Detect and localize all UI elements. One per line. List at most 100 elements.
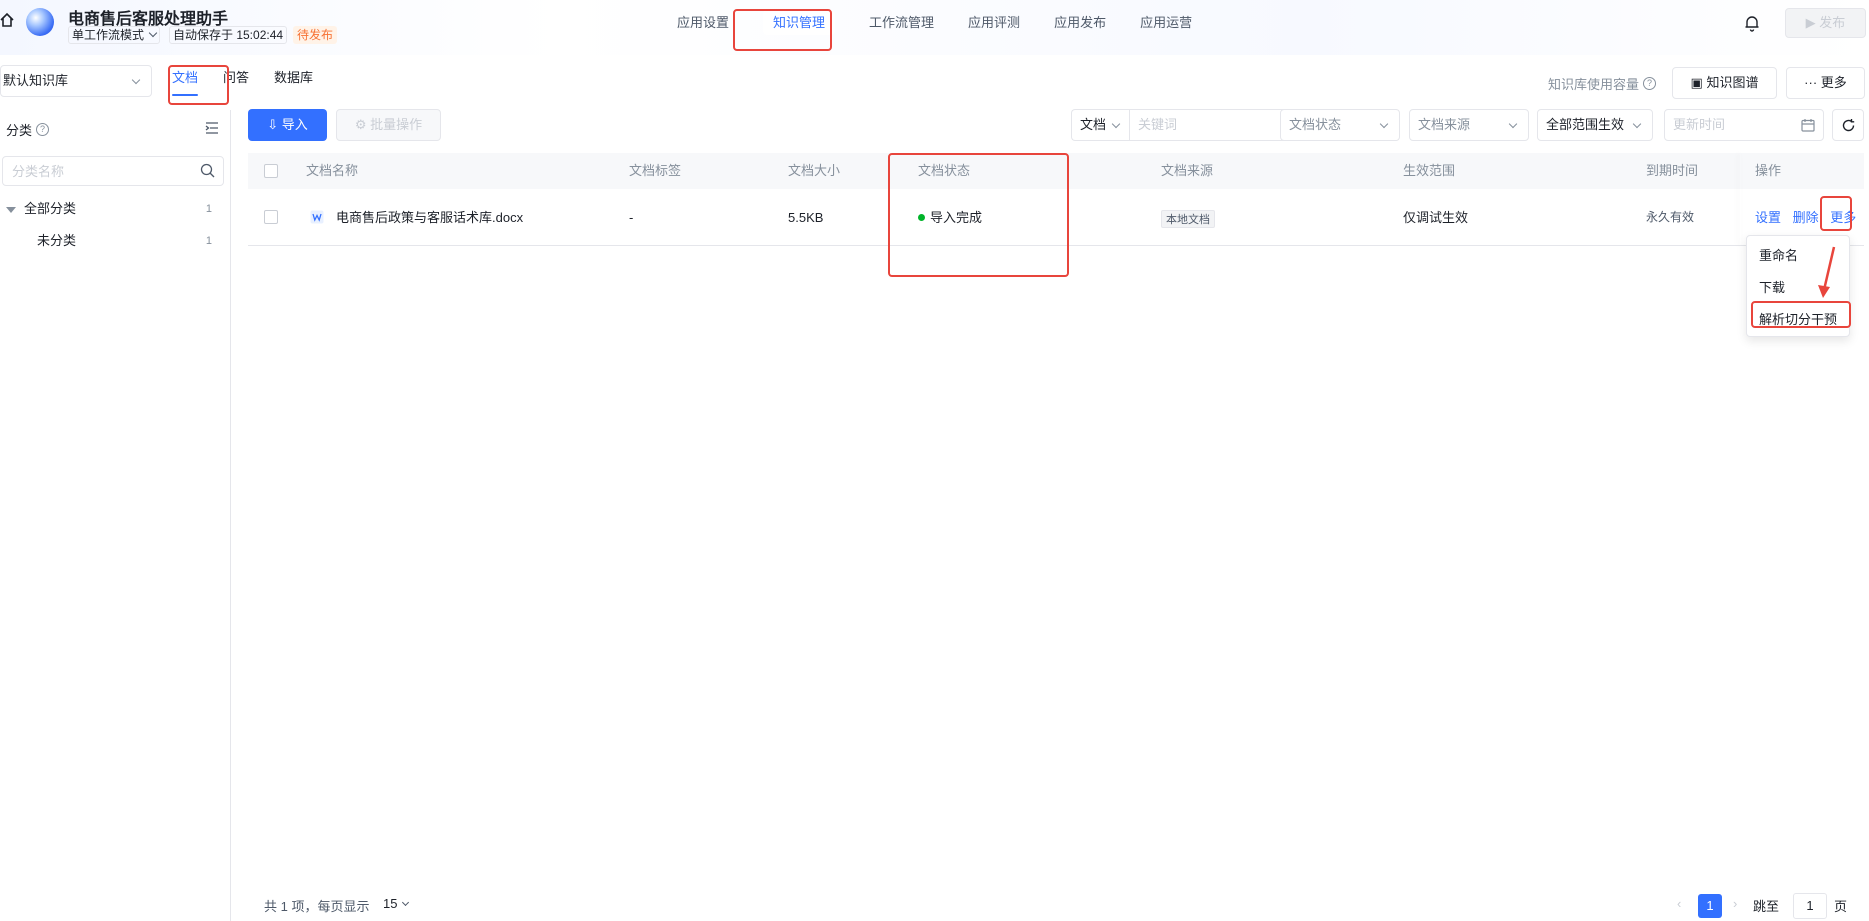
publish-button[interactable]: ▶ 发布: [1785, 8, 1866, 38]
tab-evaluation[interactable]: 应用评测: [951, 0, 1037, 46]
column-header: 到期时间: [1646, 163, 1699, 178]
doc-tag: -: [629, 210, 634, 225]
knowledge-graph-button[interactable]: ▣ 知识图谱: [1672, 67, 1777, 99]
tree-item-label: 未分类: [37, 233, 77, 248]
mode-select[interactable]: 单工作流模式: [68, 26, 161, 44]
autosave-status: 自动保存于 15:02:44: [169, 26, 288, 44]
tab-workflow[interactable]: 工作流管理: [852, 0, 951, 46]
menu-item-parse-intervention[interactable]: 解析切分干预: [1747, 304, 1849, 336]
import-icon: ⇩: [267, 117, 279, 132]
tab-operations[interactable]: 应用运营: [1123, 0, 1209, 46]
chevron-down-icon: [1632, 119, 1642, 129]
source-filter-select[interactable]: 文档来源: [1409, 109, 1529, 141]
table-header: 文档名称 文档标签 文档大小 文档状态 文档来源 生效范围 到期时间 操作: [248, 153, 1864, 189]
collapse-icon[interactable]: [205, 121, 219, 135]
settings-link[interactable]: 设置: [1755, 210, 1781, 225]
keyword-type-select[interactable]: 文档: [1071, 109, 1129, 141]
more-dropdown-menu: 重命名 下载 解析切分干预: [1746, 235, 1850, 337]
delete-link[interactable]: 删除: [1793, 210, 1819, 225]
subtab-qa[interactable]: 问答: [223, 60, 249, 100]
subtab-documents[interactable]: 文档: [172, 60, 199, 100]
tree-item-count: 1: [205, 235, 212, 247]
kb-usage[interactable]: 知识库使用容量 ?: [1548, 74, 1657, 93]
status-filter-select[interactable]: 文档状态: [1280, 109, 1400, 141]
calendar-icon[interactable]: [1801, 118, 1815, 132]
search-icon[interactable]: [200, 163, 215, 178]
app-logo: [26, 8, 54, 36]
keyword-type-label: 文档: [1080, 117, 1107, 132]
chevron-down-icon: [1508, 119, 1518, 129]
column-header: 操作: [1755, 163, 1782, 178]
home-icon[interactable]: [0, 12, 14, 28]
update-time-placeholder: 更新时间: [1673, 117, 1726, 132]
column-header: 文档名称: [306, 163, 359, 178]
chevron-left-icon[interactable]: ‹: [1677, 896, 1681, 911]
more-link[interactable]: 更多: [1830, 210, 1856, 225]
scope-filter-select[interactable]: 全部范围生效: [1537, 109, 1653, 141]
table-row[interactable]: 电商售后政策与客服话术库.docx - 5.5KB 导入完成 本地文档 仅调试生…: [248, 189, 1864, 246]
tab-knowledge[interactable]: 知识管理: [746, 0, 852, 46]
import-button[interactable]: ⇩ 导入: [248, 109, 327, 141]
category-search-input[interactable]: [2, 156, 224, 186]
app-header: 电商售后客服处理助手 单工作流模式 自动保存于 15:02:44 待发布 应用设…: [0, 0, 1869, 55]
row-checkbox[interactable]: [264, 210, 278, 224]
doc-expiry: 永久有效: [1646, 210, 1695, 224]
keyword-placeholder: 关键词: [1138, 117, 1178, 132]
column-header: 文档标签: [629, 163, 682, 178]
category-sidebar: 分类 ? 全部分类 1 未分类 1: [0, 110, 231, 921]
batch-label: 批量操作: [370, 117, 423, 132]
sticky-column-divider: [1740, 153, 1741, 246]
column-header: 生效范围: [1403, 163, 1456, 178]
scope-filter-label: 全部范围生效: [1546, 117, 1625, 132]
kgraph-label: 知识图谱: [1706, 75, 1759, 90]
kb-select-label: 默认知识库: [3, 73, 69, 88]
chevron-down-icon: [148, 28, 158, 38]
batch-operation-button[interactable]: ⚙ 批量操作: [336, 109, 441, 141]
select-all-checkbox[interactable]: [264, 164, 278, 178]
chevron-down-icon: [402, 898, 410, 907]
kb-subtabs: 文档 问答 数据库: [172, 60, 338, 100]
column-header: 文档来源: [1161, 163, 1214, 178]
page-size-value: 15: [383, 896, 398, 911]
menu-item-download[interactable]: 下载: [1747, 272, 1849, 304]
column-header: 文档状态: [918, 163, 971, 178]
doc-name[interactable]: 电商售后政策与客服话术库.docx: [336, 189, 523, 246]
kb-usage-label: 知识库使用容量: [1548, 77, 1640, 92]
play-icon: ▶: [1805, 15, 1816, 30]
menu-item-rename[interactable]: 重命名: [1747, 240, 1849, 272]
publish-label: 发布: [1819, 15, 1846, 30]
page-number-current[interactable]: 1: [1698, 894, 1722, 918]
doc-source: 本地文档: [1161, 189, 1215, 246]
status-dot-icon: [918, 214, 925, 222]
keyword-search-input[interactable]: 关键词: [1129, 109, 1304, 141]
help-icon[interactable]: ?: [1643, 77, 1657, 90]
tree-item-all[interactable]: 全部分类 1: [6, 196, 212, 222]
update-time-picker[interactable]: 更新时间: [1664, 109, 1824, 141]
page-suffix: 页: [1834, 899, 1848, 914]
doc-size: 5.5KB: [788, 210, 824, 225]
top-nav: 应用设置 知识管理 工作流管理 应用评测 应用发布 应用运营: [660, 0, 1209, 46]
source-filter-label: 文档来源: [1418, 117, 1471, 132]
help-icon[interactable]: ?: [36, 123, 50, 136]
tree-item-uncategorized[interactable]: 未分类 1: [37, 228, 212, 254]
refresh-button[interactable]: [1832, 109, 1864, 141]
tab-app-settings[interactable]: 应用设置: [660, 0, 746, 46]
chevron-down-icon: [1379, 119, 1389, 129]
jump-page-input[interactable]: 1: [1793, 893, 1827, 919]
category-header: 分类 ?: [6, 120, 50, 139]
category-title: 分类: [6, 123, 33, 138]
bell-icon[interactable]: [1744, 14, 1760, 32]
jump-label: 跳至: [1753, 899, 1780, 914]
chevron-right-icon[interactable]: ›: [1733, 896, 1737, 911]
tree-item-label: 全部分类: [24, 201, 77, 216]
caret-down-icon[interactable]: [6, 206, 16, 213]
knowledge-base-select[interactable]: 默认知识库: [0, 65, 152, 97]
chevron-down-icon: [131, 75, 141, 85]
tab-publish[interactable]: 应用发布: [1037, 0, 1123, 46]
subtab-database[interactable]: 数据库: [274, 60, 313, 100]
tree-item-count: 1: [205, 203, 212, 215]
graph-icon: ▣: [1690, 75, 1703, 90]
more-button[interactable]: ··· 更多: [1786, 67, 1865, 99]
pagination-total: 共 1 项，每页显示: [264, 899, 370, 914]
page-size-select[interactable]: 15: [383, 896, 410, 911]
